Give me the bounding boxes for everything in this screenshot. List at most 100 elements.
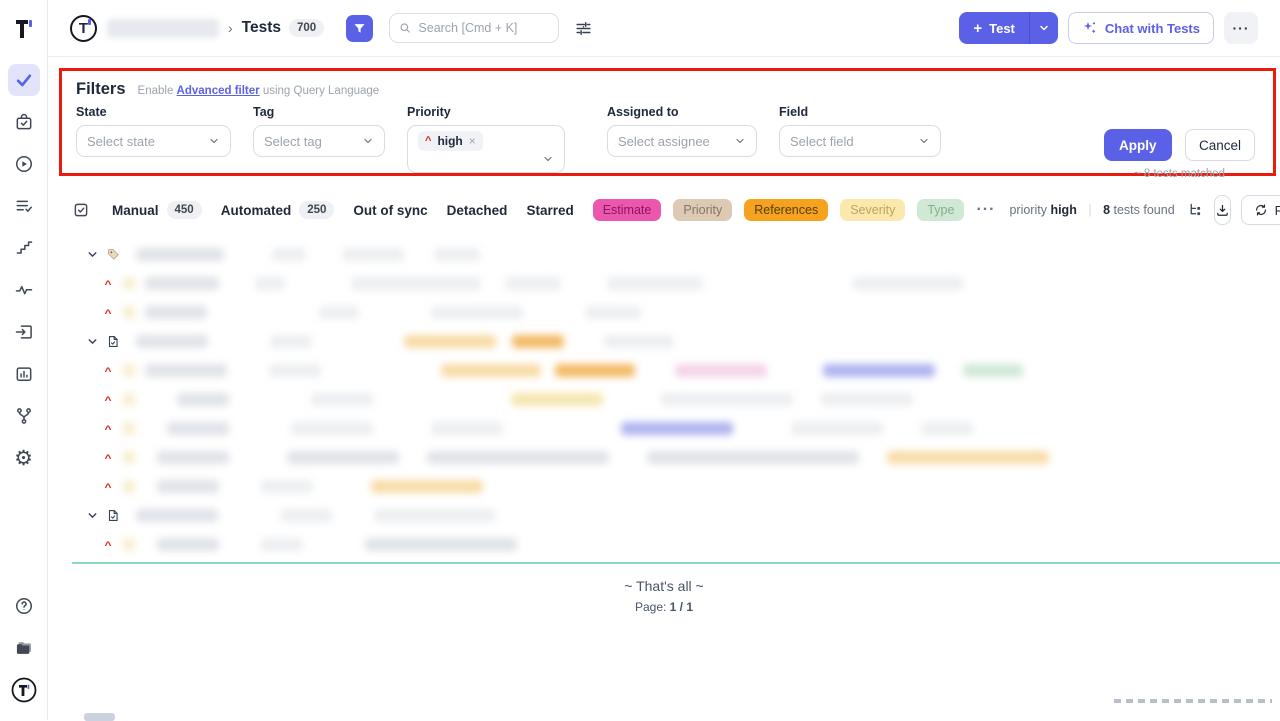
more-actions-button[interactable]: ··· xyxy=(1224,12,1258,44)
gear-icon: ⚙ xyxy=(14,448,33,469)
chevron-down-icon xyxy=(208,135,220,147)
sidebar-item-plans[interactable] xyxy=(8,106,40,138)
cancel-button[interactable]: Cancel xyxy=(1185,129,1255,161)
tag-filter-label: Tag xyxy=(253,105,385,119)
chevron-down-icon xyxy=(362,135,374,147)
chevron-down-icon xyxy=(918,135,930,147)
fine-print-redacted xyxy=(1114,699,1272,703)
sidebar-item-reports[interactable] xyxy=(8,358,40,390)
column-badge-priority[interactable]: Priority xyxy=(673,199,732,221)
active-filter-summary: priority high | 8 tests found xyxy=(1009,203,1174,217)
tests-matched-text: ~ 8 tests matched xyxy=(1104,168,1255,180)
state-filter-label: State xyxy=(76,105,231,119)
column-badge-severity[interactable]: Severity xyxy=(840,199,905,221)
chevron-down-icon[interactable] xyxy=(86,335,99,348)
sidebar-item-runs[interactable] xyxy=(8,148,40,180)
left-sidebar: ⚙ xyxy=(0,0,48,720)
download-icon xyxy=(1215,203,1230,218)
add-test-dropdown-button[interactable] xyxy=(1029,12,1058,44)
chevron-down-icon xyxy=(542,153,554,165)
document-check-icon xyxy=(106,334,120,349)
add-test-button[interactable]: + Test xyxy=(959,12,1029,44)
select-all-button[interactable] xyxy=(72,201,90,219)
suite-row[interactable] xyxy=(48,501,1280,530)
filters-title: Filters xyxy=(76,80,126,99)
help-circle-icon xyxy=(14,596,34,616)
advanced-filter-link[interactable]: Advanced filter xyxy=(177,85,260,97)
assignee-select[interactable]: Select assignee xyxy=(607,125,757,157)
column-badge-estimate[interactable]: Estimate xyxy=(593,199,662,221)
sidebar-item-tests[interactable] xyxy=(8,64,40,96)
sidebar-item-branches[interactable] xyxy=(8,400,40,432)
chevron-down-icon[interactable] xyxy=(86,248,99,261)
redacted-row-content xyxy=(126,335,674,348)
tree-icon xyxy=(1187,202,1204,219)
test-row[interactable]: ^ xyxy=(48,385,1280,414)
sidebar-item-import[interactable] xyxy=(8,316,40,348)
project-logo[interactable]: T xyxy=(70,15,97,42)
state-select[interactable]: Select state xyxy=(76,125,231,157)
sidebar-item-help[interactable] xyxy=(8,590,40,622)
stairs-icon xyxy=(14,238,34,258)
toolbar-more-button[interactable]: ··· xyxy=(976,201,995,219)
priority-high-icon: ^ xyxy=(104,539,111,551)
reset-button[interactable]: Reset xyxy=(1241,195,1280,225)
filters-panel-highlight: Filters Enable Advanced filter using Que… xyxy=(59,68,1276,176)
suite-row[interactable] xyxy=(48,327,1280,356)
redacted-row-content xyxy=(121,480,483,493)
sidebar-item-checklists[interactable] xyxy=(8,190,40,222)
check-icon xyxy=(14,70,34,90)
redacted-row-content xyxy=(121,277,963,290)
tag-select[interactable]: Select tag xyxy=(253,125,385,157)
chevron-down-icon[interactable] xyxy=(86,509,99,522)
filter-toggle-button[interactable] xyxy=(346,15,373,42)
test-row[interactable]: ^ xyxy=(48,298,1280,327)
sidebar-item-settings[interactable]: ⚙ xyxy=(8,442,40,474)
priority-high-icon: ^ xyxy=(104,278,111,290)
bar-chart-icon xyxy=(14,364,34,384)
column-badge-type[interactable]: Type xyxy=(917,199,964,221)
test-row[interactable]: ^ xyxy=(48,269,1280,298)
filter-starred[interactable]: Starred xyxy=(526,203,573,218)
column-badge-references[interactable]: References xyxy=(744,199,828,221)
test-row[interactable]: ^ xyxy=(48,443,1280,472)
priority-chip-high[interactable]: ^ high × xyxy=(418,131,483,151)
tag-icon xyxy=(106,247,121,262)
workspace-logo[interactable] xyxy=(8,674,40,706)
priority-high-icon: ^ xyxy=(104,365,111,377)
sidebar-item-steps[interactable] xyxy=(8,232,40,264)
redacted-row-content xyxy=(121,306,641,319)
search-box[interactable] xyxy=(389,13,559,43)
tree-view-button[interactable] xyxy=(1187,202,1204,219)
apply-button[interactable]: Apply xyxy=(1104,129,1172,161)
filter-manual[interactable]: Manual 450 xyxy=(112,201,202,219)
test-row[interactable]: ^ xyxy=(48,530,1280,559)
test-row[interactable]: ^ xyxy=(48,414,1280,443)
test-row[interactable]: ^ xyxy=(48,472,1280,501)
tests-list: ^^^^^^^^ xyxy=(48,240,1280,564)
assigned-filter-label: Assigned to xyxy=(607,105,757,119)
export-button[interactable] xyxy=(1214,195,1231,225)
view-settings-button[interactable] xyxy=(574,19,593,38)
briefcase-check-icon xyxy=(14,112,34,132)
filter-detached[interactable]: Detached xyxy=(447,203,508,218)
manual-count-badge: 450 xyxy=(167,201,202,219)
suite-row[interactable] xyxy=(48,240,1280,269)
search-input[interactable] xyxy=(418,21,549,35)
sidebar-item-activity[interactable] xyxy=(8,274,40,306)
priority-select[interactable]: ^ high × xyxy=(407,125,565,173)
list-check-icon xyxy=(14,196,34,216)
test-row[interactable]: ^ xyxy=(48,356,1280,385)
field-select[interactable]: Select field xyxy=(779,125,941,157)
import-icon xyxy=(14,322,34,342)
pulse-icon xyxy=(14,280,34,300)
chevron-down-icon xyxy=(1038,22,1050,34)
sidebar-item-projects[interactable] xyxy=(8,632,40,664)
project-name-redacted[interactable] xyxy=(107,19,219,38)
chip-remove-icon[interactable]: × xyxy=(469,134,476,148)
chat-with-tests-button[interactable]: Chat with Tests xyxy=(1068,12,1214,44)
filter-automated[interactable]: Automated 250 xyxy=(221,201,335,219)
filter-out-of-sync[interactable]: Out of sync xyxy=(353,203,427,218)
priority-high-icon: ^ xyxy=(104,452,111,464)
funnel-icon xyxy=(352,21,367,36)
